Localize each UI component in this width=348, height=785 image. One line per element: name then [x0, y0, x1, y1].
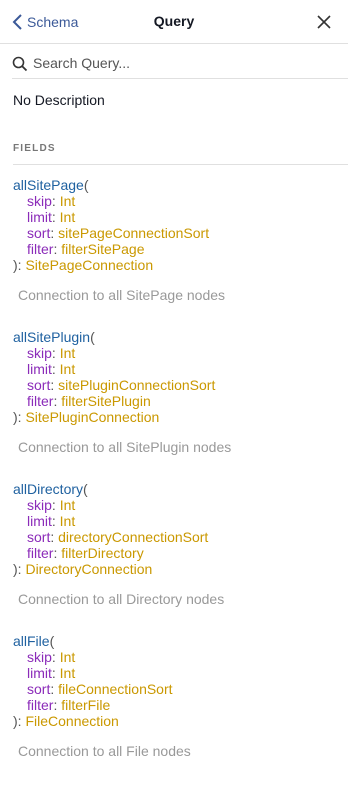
paren-open: ( — [83, 177, 89, 193]
field-arg: sort: fileConnectionSort — [13, 681, 343, 697]
return-type-link[interactable]: FileConnection — [25, 713, 118, 729]
arg-separator: : — [51, 345, 60, 361]
paren-open: ( — [90, 329, 95, 345]
arg-name: filter — [27, 241, 54, 257]
arg-name: limit — [27, 665, 52, 681]
arg-name: skip — [27, 345, 52, 361]
arg-separator: : — [51, 513, 60, 529]
search-input[interactable] — [33, 53, 323, 73]
field-name-link[interactable]: allSitePlugin — [13, 329, 90, 345]
paren-close: ): — [13, 257, 26, 273]
close-icon[interactable] — [316, 14, 332, 30]
arg-separator: : — [51, 497, 60, 513]
field-arg: skip: Int — [13, 193, 343, 209]
field-arg: sort: sitePluginConnectionSort — [13, 377, 343, 393]
arg-separator: : — [51, 361, 60, 377]
arg-separator: : — [51, 209, 60, 225]
arg-name: limit — [27, 361, 52, 377]
field-item: allFile( skip: Int limit: Int sort: file… — [13, 633, 343, 785]
paren-close: ): — [13, 409, 26, 425]
arg-name: skip — [27, 193, 52, 209]
field-arg: limit: Int — [13, 361, 343, 377]
field-item: allSitePage( skip: Int limit: Int sort: … — [13, 177, 343, 329]
arg-type-link[interactable]: Int — [60, 345, 76, 361]
field-description: Connection to all File nodes — [18, 743, 191, 759]
paren-open: ( — [49, 633, 55, 649]
arg-separator: : — [50, 377, 59, 393]
arg-type-link[interactable]: filterFile — [61, 697, 110, 713]
arg-name: limit — [27, 513, 52, 529]
field-item: allDirectory( skip: Int limit: Int sort:… — [13, 481, 343, 633]
field-arg: filter: filterSitePage — [13, 241, 343, 257]
arg-type-link[interactable]: directoryConnectionSort — [58, 529, 208, 545]
arg-type-link[interactable]: Int — [60, 665, 76, 681]
arg-type-link[interactable]: Int — [60, 209, 76, 225]
search-bar — [12, 53, 348, 79]
arg-name: skip — [27, 649, 52, 665]
arg-name: sort — [27, 377, 51, 393]
field-name-link[interactable]: allSitePage — [13, 177, 84, 193]
arg-name: sort — [27, 681, 51, 697]
arg-type-link[interactable]: Int — [60, 649, 76, 665]
arg-separator: : — [50, 225, 59, 241]
field-name-link[interactable]: allDirectory — [13, 481, 83, 497]
field-arg: limit: Int — [13, 513, 343, 529]
field-arg: skip: Int — [13, 345, 343, 361]
arg-type-link[interactable]: Int — [60, 513, 76, 529]
field-description: Connection to all Directory nodes — [18, 591, 225, 607]
arg-type-link[interactable]: fileConnectionSort — [58, 681, 172, 697]
arg-name: filter — [27, 545, 54, 561]
paren-close: ): — [13, 561, 26, 577]
paren-open: ( — [83, 481, 88, 497]
field-name-link[interactable]: allFile — [13, 633, 50, 649]
type-description: No Description — [13, 92, 105, 108]
field-arg: limit: Int — [13, 209, 343, 225]
fields-list: allSitePage( skip: Int limit: Int sort: … — [13, 177, 343, 785]
arg-type-link[interactable]: filterSitePlugin — [61, 393, 151, 409]
arg-type-link[interactable]: Int — [60, 193, 76, 209]
arg-type-link[interactable]: sitePageConnectionSort — [58, 225, 209, 241]
arg-separator: : — [50, 529, 59, 545]
arg-name: limit — [27, 209, 52, 225]
arg-name: filter — [27, 697, 54, 713]
arg-name: skip — [27, 497, 52, 513]
arg-separator: : — [51, 665, 60, 681]
field-arg: skip: Int — [13, 497, 343, 513]
search-icon — [12, 56, 28, 72]
field-arg: filter: filterFile — [13, 697, 343, 713]
field-description: Connection to all SitePage nodes — [18, 287, 226, 303]
arg-type-link[interactable]: filterDirectory — [61, 545, 143, 561]
field-arg: filter: filterSitePlugin — [13, 393, 343, 409]
arg-name: sort — [27, 529, 51, 545]
arg-separator: : — [51, 193, 60, 209]
return-type-link[interactable]: SitePageConnection — [25, 257, 153, 273]
doc-explorer-header: Schema Query — [0, 0, 348, 44]
field-arg: filter: filterDirectory — [13, 545, 343, 561]
field-arg: sort: sitePageConnectionSort — [13, 225, 343, 241]
arg-type-link[interactable]: sitePluginConnectionSort — [58, 377, 215, 393]
return-type-link[interactable]: SitePluginConnection — [25, 409, 159, 425]
field-arg: sort: directoryConnectionSort — [13, 529, 343, 545]
field-arg: skip: Int — [13, 649, 343, 665]
arg-name: sort — [27, 225, 51, 241]
return-type-link[interactable]: DirectoryConnection — [25, 561, 152, 577]
arg-separator: : — [51, 649, 60, 665]
field-item: allSitePlugin( skip: Int limit: Int sort… — [13, 329, 343, 481]
arg-separator: : — [50, 681, 59, 697]
paren-close: ): — [13, 713, 26, 729]
arg-type-link[interactable]: filterSitePage — [61, 241, 144, 257]
fields-heading: FIELDS — [13, 143, 348, 165]
arg-type-link[interactable]: Int — [60, 361, 76, 377]
page-title: Query — [153, 13, 195, 29]
arg-type-link[interactable]: Int — [60, 497, 76, 513]
arg-name: filter — [27, 393, 54, 409]
field-description: Connection to all SitePlugin nodes — [18, 439, 232, 455]
field-arg: limit: Int — [13, 665, 343, 681]
